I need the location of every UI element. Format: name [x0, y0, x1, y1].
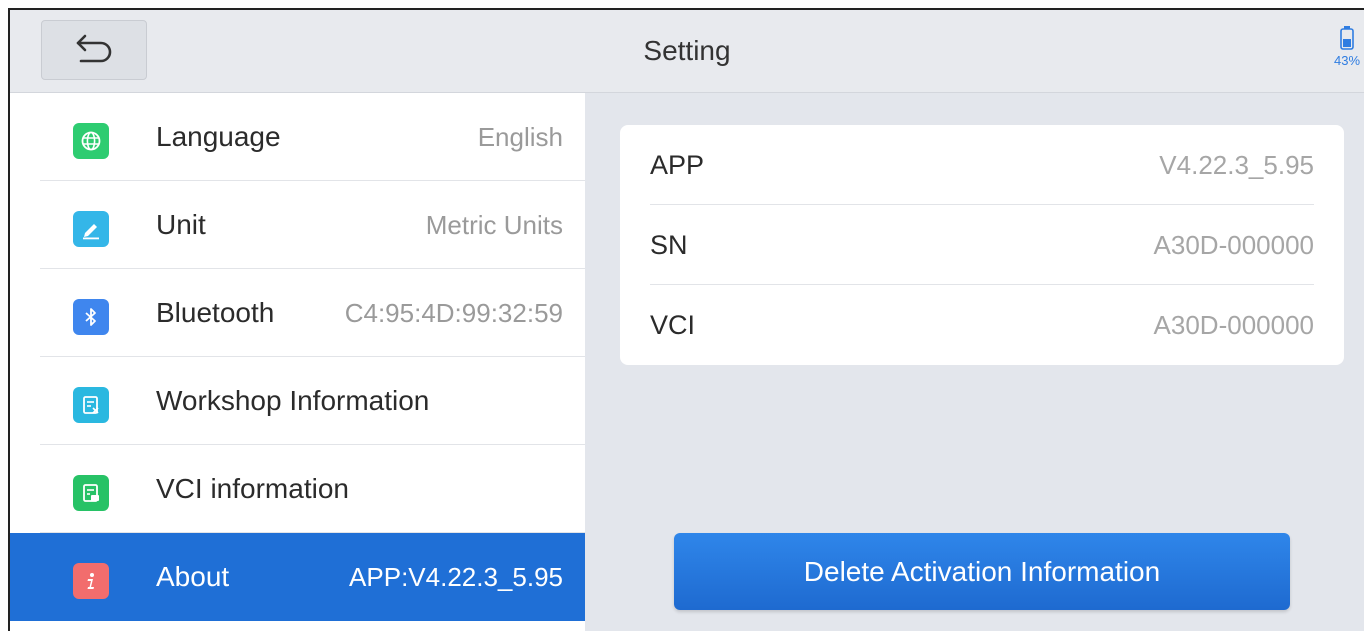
menu-item-label: Unit: [156, 209, 206, 240]
menu-item-bluetooth[interactable]: Bluetooth C4:95:4D:99:32:59: [10, 269, 585, 357]
ruler-pen-icon: [73, 211, 109, 247]
bluetooth-icon: [73, 299, 109, 335]
info-row-sn: SN A30D-000000: [620, 205, 1344, 285]
info-value: A30D-000000: [1153, 310, 1314, 340]
battery-icon: [1340, 26, 1354, 54]
menu-item-unit[interactable]: Unit Metric Units: [10, 181, 585, 269]
back-button[interactable]: [41, 20, 147, 80]
delete-activation-button[interactable]: Delete Activation Information: [674, 533, 1290, 610]
settings-screen: Setting 43% Language English Unit Metric…: [8, 8, 1364, 631]
menu-item-value: Metric Units: [425, 210, 563, 240]
info-value: A30D-000000: [1153, 230, 1314, 260]
info-icon: [73, 563, 109, 599]
menu-item-label: Workshop Information: [156, 385, 430, 416]
menu-item-vci-information[interactable]: VCI information: [10, 445, 585, 533]
page-title: Setting: [643, 35, 731, 66]
menu-item-label: About: [156, 561, 230, 592]
about-info-card: APP V4.22.3_5.95 SN A30D-000000 VCI A30D…: [620, 125, 1344, 365]
menu-item-language[interactable]: Language English: [10, 93, 585, 181]
menu-item-value: English: [477, 122, 563, 152]
back-arrow-icon: [73, 33, 115, 68]
document-vci-icon: [73, 475, 109, 511]
info-key: APP: [650, 150, 705, 180]
settings-menu: Language English Unit Metric Units Bluet…: [10, 93, 585, 631]
menu-item-workshop-information[interactable]: Workshop Information: [10, 357, 585, 445]
document-edit-icon: [73, 387, 109, 423]
info-key: SN: [650, 230, 688, 260]
menu-item-about[interactable]: About APP:V4.22.3_5.95: [10, 533, 585, 621]
info-row-app: APP V4.22.3_5.95: [620, 125, 1344, 205]
header-bar: Setting 43%: [10, 10, 1364, 93]
menu-item-value: APP:V4.22.3_5.95: [349, 562, 563, 592]
battery-indicator: 43%: [1332, 26, 1362, 68]
menu-item-value: C4:95:4D:99:32:59: [344, 298, 563, 328]
globe-icon: [73, 123, 109, 159]
info-value: V4.22.3_5.95: [1159, 150, 1314, 180]
battery-percent: 43%: [1333, 53, 1361, 68]
menu-item-label: Language: [156, 121, 281, 152]
menu-item-label: VCI information: [156, 473, 349, 504]
info-key: VCI: [650, 310, 696, 340]
info-row-vci: VCI A30D-000000: [620, 285, 1344, 365]
menu-item-label: Bluetooth: [156, 297, 275, 328]
